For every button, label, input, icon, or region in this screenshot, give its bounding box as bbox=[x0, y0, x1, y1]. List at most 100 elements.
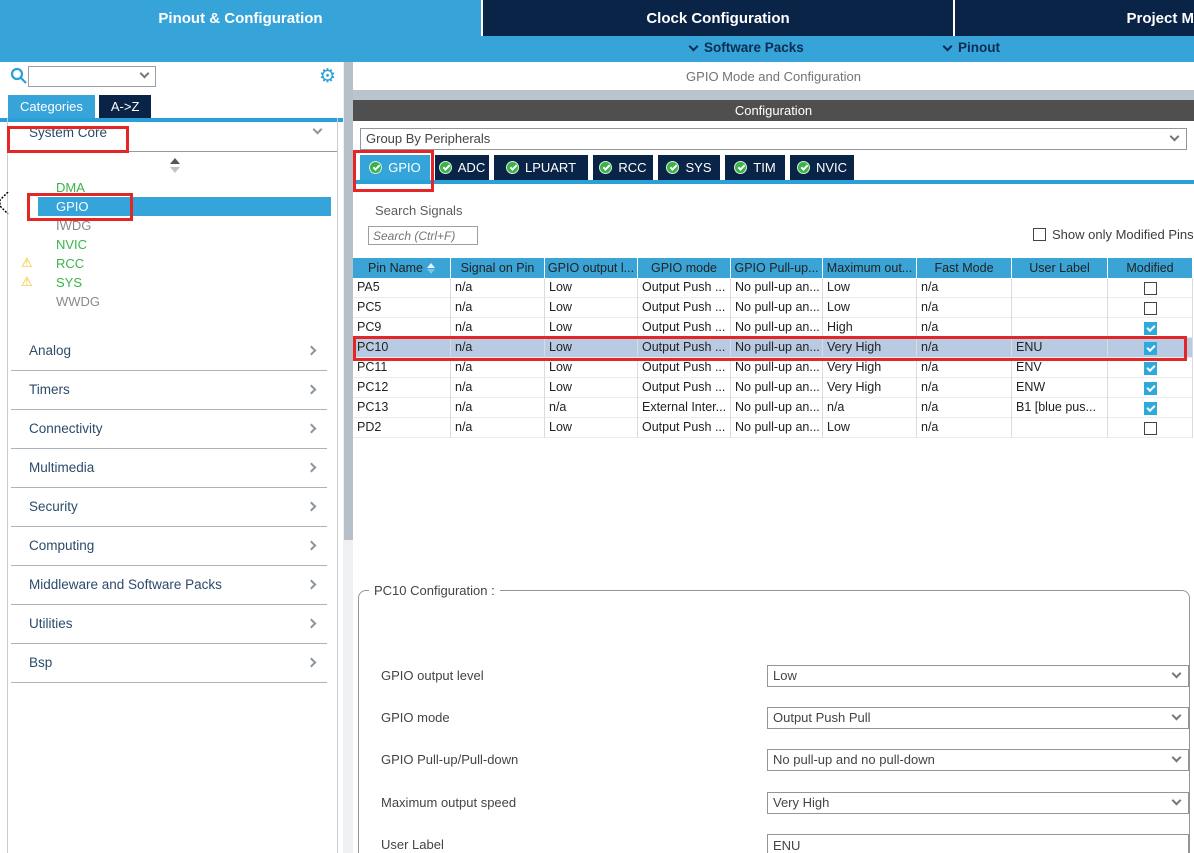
gpio-pull-select[interactable]: No pull-up and no pull-down bbox=[767, 749, 1189, 771]
table-row-pc9[interactable]: PC9n/aLowOutput Push ...No pull-up an...… bbox=[353, 318, 1193, 338]
category-security[interactable]: Security bbox=[11, 488, 327, 527]
tab-a-to-z[interactable]: A->Z bbox=[99, 95, 152, 118]
sidebar-item-iwdg[interactable]: ⚠IWDG bbox=[38, 216, 331, 235]
list-spinner[interactable] bbox=[8, 152, 337, 178]
category-middleware[interactable]: Middleware and Software Packs bbox=[11, 566, 327, 605]
modified-checkbox[interactable] bbox=[1144, 402, 1157, 415]
maximum-output-speed-select[interactable]: Very High bbox=[767, 792, 1189, 814]
sidebar-item-dma[interactable]: ⚠DMA bbox=[38, 178, 331, 197]
show-modified-filter[interactable]: Show only Modified Pins bbox=[1033, 227, 1194, 242]
modified-checkbox[interactable] bbox=[1144, 382, 1157, 395]
column-fast-mode[interactable]: Fast Mode bbox=[917, 258, 1012, 278]
tab-project-manager[interactable]: Project M bbox=[953, 0, 1194, 36]
field-label: User Label bbox=[381, 837, 444, 852]
chevron-down-icon bbox=[689, 41, 699, 51]
divider-strip bbox=[353, 90, 1194, 100]
item-label: WWDG bbox=[56, 294, 100, 309]
sidebar-item-sys[interactable]: ⚠SYS bbox=[38, 273, 331, 292]
category-analog[interactable]: Analog bbox=[11, 332, 327, 371]
panel-title: GPIO Mode and Configuration bbox=[353, 62, 1194, 90]
modified-checkbox[interactable] bbox=[1144, 422, 1157, 435]
column-modified[interactable]: Modified bbox=[1108, 258, 1193, 278]
category-computing[interactable]: Computing bbox=[11, 527, 327, 566]
column-user-label[interactable]: User Label bbox=[1012, 258, 1108, 278]
top-navigation: Pinout & Configuration Clock Configurati… bbox=[0, 0, 1194, 62]
chevron-right-icon bbox=[307, 658, 317, 668]
chevron-right-icon bbox=[307, 619, 317, 629]
chevron-down-icon bbox=[1172, 711, 1182, 721]
tab-label: Categories bbox=[20, 99, 83, 114]
column-gpio-output-level[interactable]: GPIO output l... bbox=[545, 258, 638, 278]
pc10-configuration-legend: PC10 Configuration : bbox=[369, 583, 500, 598]
tab-label: NVIC bbox=[816, 160, 847, 175]
table-row-pa5[interactable]: PA5n/aLowOutput Push ...No pull-up an...… bbox=[353, 278, 1193, 298]
category-timers[interactable]: Timers bbox=[11, 371, 327, 410]
column-maximum-output[interactable]: Maximum out... bbox=[823, 258, 917, 278]
check-circle-icon bbox=[734, 161, 747, 174]
show-modified-checkbox[interactable] bbox=[1033, 228, 1046, 241]
modified-checkbox[interactable] bbox=[1144, 322, 1157, 335]
table-row-pc5[interactable]: PC5n/aLowOutput Push ...No pull-up an...… bbox=[353, 298, 1193, 318]
column-gpio-pull[interactable]: GPIO Pull-up... bbox=[731, 258, 823, 278]
category-utilities[interactable]: Utilities bbox=[11, 605, 327, 644]
table-row-pd2[interactable]: PD2n/aLowOutput Push ...No pull-up an...… bbox=[353, 418, 1193, 438]
modified-checkbox[interactable] bbox=[1144, 282, 1157, 295]
tab-tim[interactable]: TIM bbox=[725, 155, 785, 180]
tab-pinout-configuration[interactable]: Pinout & Configuration bbox=[0, 0, 481, 36]
group-by-value: Group By Peripherals bbox=[366, 131, 490, 146]
sidebar-item-nvic[interactable]: ⚠NVIC bbox=[38, 235, 331, 254]
search-signals-input[interactable] bbox=[368, 226, 478, 245]
chevron-right-icon bbox=[307, 541, 317, 551]
item-label: DMA bbox=[56, 180, 85, 195]
tab-clock-configuration[interactable]: Clock Configuration bbox=[481, 0, 953, 36]
chevron-down-icon bbox=[1170, 132, 1180, 142]
pinout-menu[interactable]: Pinout bbox=[944, 40, 1000, 55]
chevron-down-icon bbox=[1172, 753, 1182, 763]
field-maximum-output-speed: Maximum output speed Very High bbox=[359, 792, 1189, 814]
spinner-down-icon bbox=[170, 167, 180, 173]
tab-sys[interactable]: SYS bbox=[658, 155, 720, 180]
modified-checkbox[interactable] bbox=[1144, 362, 1157, 375]
column-signal-on-pin[interactable]: Signal on Pin bbox=[451, 258, 545, 278]
category-bsp[interactable]: Bsp bbox=[11, 644, 327, 683]
table-row-pc12[interactable]: PC12n/aLowOutput Push ...No pull-up an..… bbox=[353, 378, 1193, 398]
gear-icon[interactable]: ⚙ bbox=[319, 64, 336, 88]
sidebar-search-combobox[interactable] bbox=[28, 66, 156, 87]
software-packs-menu[interactable]: Software Packs bbox=[690, 40, 804, 55]
modified-checkbox[interactable] bbox=[1144, 302, 1157, 315]
chevron-down-icon bbox=[943, 41, 953, 51]
table-row-pc11[interactable]: PC11n/aLowOutput Push ...No pull-up an..… bbox=[353, 358, 1193, 378]
sidebar-item-wwdg[interactable]: ⚠WWDG bbox=[38, 292, 331, 311]
modified-checkbox[interactable] bbox=[1144, 342, 1157, 355]
gpio-output-level-select[interactable]: Low bbox=[767, 665, 1189, 687]
column-gpio-mode[interactable]: GPIO mode bbox=[638, 258, 731, 278]
category-connectivity[interactable]: Connectivity bbox=[11, 410, 327, 449]
peripherals-sidebar: ⚙ Categories A->Z System Core ⚠DMA ⚠GPIO bbox=[0, 62, 343, 853]
field-label: GPIO Pull-up/Pull-down bbox=[381, 752, 518, 767]
configuration-bar-label: Configuration bbox=[735, 103, 812, 118]
category-multimedia[interactable]: Multimedia bbox=[11, 449, 327, 488]
section-system-core[interactable]: System Core bbox=[8, 118, 337, 152]
tab-adc[interactable]: ADC bbox=[435, 155, 489, 180]
table-header-row: Pin Name Signal on Pin GPIO output l... … bbox=[353, 258, 1193, 278]
tab-lpuart[interactable]: LPUART bbox=[494, 155, 588, 180]
tab-nvic[interactable]: NVIC bbox=[790, 155, 854, 180]
user-label-input[interactable] bbox=[767, 834, 1189, 853]
table-row-pc13[interactable]: PC13n/an/aExternal Inter...No pull-up an… bbox=[353, 398, 1193, 418]
column-pin-name[interactable]: Pin Name bbox=[353, 258, 451, 278]
category-label: Utilities bbox=[29, 616, 73, 631]
tab-rcc[interactable]: RCC bbox=[593, 155, 653, 180]
sort-icon[interactable] bbox=[427, 263, 435, 274]
tab-label: Clock Configuration bbox=[646, 10, 789, 27]
tab-gpio[interactable]: GPIO bbox=[360, 155, 430, 180]
sidebar-item-rcc[interactable]: ⚠RCC bbox=[38, 254, 331, 273]
sidebar-item-gpio[interactable]: ⚠GPIO bbox=[38, 197, 331, 216]
tab-label: GPIO bbox=[388, 160, 421, 175]
tab-label: Project M bbox=[1126, 10, 1194, 27]
gpio-mode-select[interactable]: Output Push Pull bbox=[767, 707, 1189, 729]
tab-categories[interactable]: Categories bbox=[8, 95, 95, 118]
group-by-select[interactable]: Group By Peripherals bbox=[360, 128, 1187, 150]
category-label: Timers bbox=[29, 382, 70, 397]
search-icon[interactable] bbox=[10, 67, 27, 89]
table-row-pc10[interactable]: PC10n/aLowOutput Push ...No pull-up an..… bbox=[353, 338, 1193, 358]
